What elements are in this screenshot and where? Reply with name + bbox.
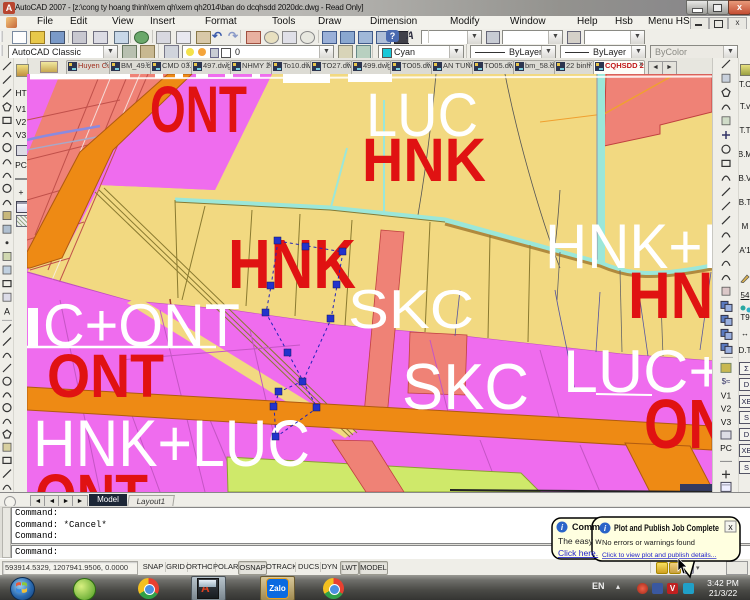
svg-text:Plot and Publish Job Complete: Plot and Publish Job Complete [614, 523, 719, 533]
svg-text:No errors or warnings found: No errors or warnings found [602, 538, 695, 547]
svg-text:Click to view plot and publish: Click to view plot and publish details..… [602, 552, 717, 559]
svg-text:Comm: Comm [572, 522, 600, 532]
svg-text:V1: V1 [721, 390, 732, 400]
svg-text:x: x [728, 522, 733, 532]
svg-text:Click here.: Click here. [558, 548, 598, 558]
svg-text:V3: V3 [721, 417, 732, 427]
svg-text:SKC: SKC [348, 278, 474, 340]
svg-text:V2: V2 [721, 404, 732, 414]
svg-text:PC: PC [720, 443, 732, 453]
svg-text:ONT: ONT [150, 74, 247, 146]
svg-text:HNK: HNK [228, 225, 356, 303]
svg-text:HNK+LUC: HNK+LUC [33, 406, 310, 480]
svg-text:SKC: SKC [402, 350, 529, 423]
svg-text:The easy w: The easy w [558, 536, 602, 546]
svg-text:A: A [4, 306, 10, 316]
svg-text:LUC: LUC [366, 81, 478, 149]
svg-text:C+ONT: C+ONT [43, 292, 240, 359]
svg-text:$≈: $≈ [722, 377, 731, 386]
svg-text:HNK+L: HNK+L [545, 212, 712, 282]
